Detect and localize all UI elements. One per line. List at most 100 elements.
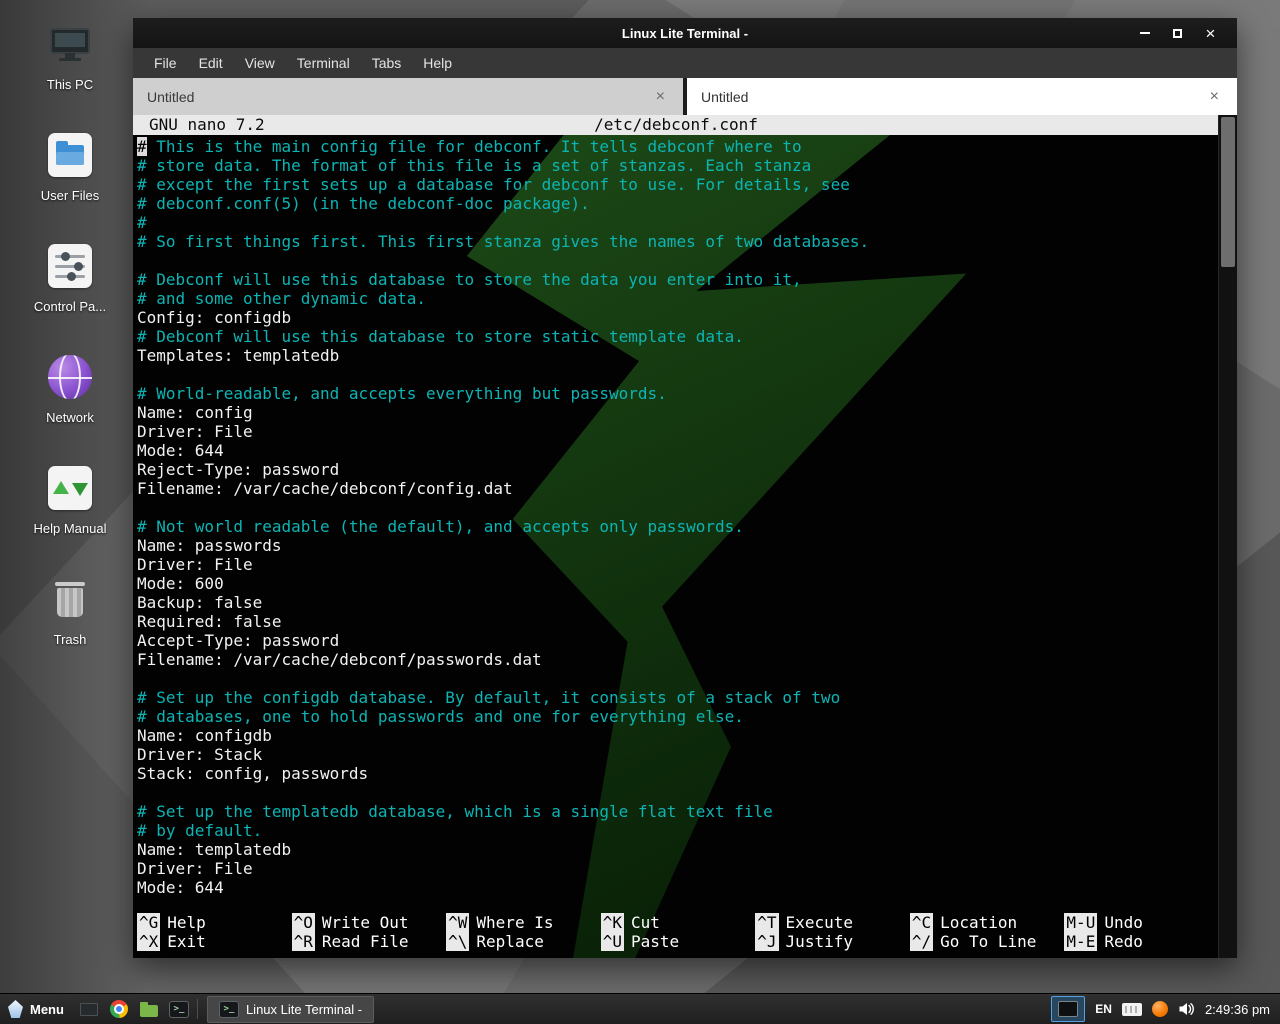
desktop: This PC User Files Control Pa... Network Hel…	[0, 0, 1280, 1024]
shortcut-key: ^G	[137, 913, 160, 932]
tab-2[interactable]: Untitled×	[687, 78, 1237, 115]
shortcut-key: ^W	[446, 913, 469, 932]
shortcut-label: Justify	[786, 932, 853, 951]
shortcut-label: Go To Line	[940, 932, 1036, 951]
nano-shortcut-justify: ^J Justify	[755, 932, 910, 951]
tab-label: Untitled	[701, 89, 1206, 105]
terminal-content[interactable]: GNU nano 7.2 /etc/debconf.conf # This is…	[133, 115, 1237, 958]
editor-text: # This is the main config file for debco…	[137, 137, 1219, 897]
editor-line: # and some other dynamic data.	[137, 289, 1219, 308]
terminal-icon[interactable]	[168, 998, 190, 1020]
editor-line	[137, 251, 1219, 270]
shortcut-label: Where Is	[476, 913, 553, 932]
scrollbar-thumb[interactable]	[1221, 117, 1235, 267]
clock[interactable]: 2:49:36 pm	[1205, 1002, 1270, 1017]
tray-terminal-button[interactable]	[1051, 996, 1085, 1022]
tab-1[interactable]: Untitled×	[133, 78, 683, 115]
menu-item-view[interactable]: View	[234, 48, 286, 78]
editor-line: Stack: config, passwords	[137, 764, 1219, 783]
shortcut-key: ^/	[910, 932, 933, 951]
tab-close-icon[interactable]: ×	[652, 88, 669, 106]
chrome-icon[interactable]	[108, 998, 130, 1020]
editor-line: #	[137, 213, 1219, 232]
shortcut-label: Redo	[1104, 932, 1143, 951]
editor-line: Name: passwords	[137, 536, 1219, 555]
maximize-icon	[1173, 29, 1182, 38]
editor-line	[137, 783, 1219, 802]
shortcut-key: ^O	[292, 913, 315, 932]
editor-line: Driver: Stack	[137, 745, 1219, 764]
desktop-icon-label: Help Manual	[34, 521, 107, 536]
desktop-icon-trash[interactable]: Trash	[14, 575, 126, 686]
minimize-icon	[1140, 32, 1150, 34]
menu-item-file[interactable]: File	[143, 48, 188, 78]
shortcut-key: ^X	[137, 932, 160, 951]
desktop-icon-control-panel[interactable]: Control Pa...	[14, 242, 126, 353]
maximize-button[interactable]	[1161, 18, 1194, 48]
menu-item-tabs[interactable]: Tabs	[361, 48, 413, 78]
close-button[interactable]: ×	[1194, 18, 1227, 48]
editor-line: # Set up the configdb database. By defau…	[137, 688, 1219, 707]
editor-line: Name: config	[137, 403, 1219, 422]
volume-icon[interactable]	[1178, 1001, 1195, 1017]
help-manual-icon	[46, 464, 94, 512]
editor-line: Driver: File	[137, 859, 1219, 878]
desktop-icon-help-manual[interactable]: Help Manual	[14, 464, 126, 575]
update-notifier-icon[interactable]	[1152, 1001, 1168, 1017]
shortcut-key: ^U	[601, 932, 624, 951]
window-titlebar[interactable]: Linux Lite Terminal - ×	[133, 18, 1237, 48]
taskbar: Menu Linux Lite Terminal - EN 2:49:36 pm	[0, 993, 1280, 1024]
menu-item-help[interactable]: Help	[412, 48, 463, 78]
shortcut-label: Undo	[1104, 913, 1143, 932]
editor-line: Mode: 644	[137, 441, 1219, 460]
editor-line: Filename: /var/cache/debconf/passwords.d…	[137, 650, 1219, 669]
editor-line: # This is the main config file for debco…	[137, 137, 1219, 156]
menu-item-edit[interactable]: Edit	[188, 48, 234, 78]
menu-item-terminal[interactable]: Terminal	[286, 48, 361, 78]
editor-line: Templates: templatedb	[137, 346, 1219, 365]
user-files-icon	[46, 131, 94, 179]
menu-bar: FileEditViewTerminalTabsHelp	[133, 48, 1237, 78]
shortcut-label: Write Out	[322, 913, 409, 932]
shortcut-key: ^\	[446, 932, 469, 951]
nano-shortcut-write-out: ^O Write Out	[292, 913, 447, 932]
desktop-icon-network[interactable]: Network	[14, 353, 126, 464]
desktop-icon-label: User Files	[41, 188, 100, 203]
this-pc-icon	[46, 20, 94, 68]
nano-title-bar: GNU nano 7.2 /etc/debconf.conf	[133, 115, 1219, 135]
tab-close-icon[interactable]: ×	[1206, 88, 1223, 106]
taskbar-separator	[197, 999, 198, 1019]
editor-line: Reject-Type: password	[137, 460, 1219, 479]
desktop-icon-user-files[interactable]: User Files	[14, 131, 126, 242]
shortcut-label: Execute	[786, 913, 853, 932]
tab-bar: Untitled×Untitled×	[133, 78, 1237, 115]
desktop-icons: This PC User Files Control Pa... Network Hel…	[14, 20, 126, 686]
shortcut-key: ^T	[755, 913, 778, 932]
screen-icon[interactable]	[78, 998, 100, 1020]
nano-shortcut-paste: ^UPaste	[601, 932, 756, 951]
editor-line: Backup: false	[137, 593, 1219, 612]
menu-button[interactable]: Menu	[0, 994, 76, 1024]
minimize-button[interactable]	[1128, 18, 1161, 48]
editor-line: Name: templatedb	[137, 840, 1219, 859]
file-manager-icon[interactable]	[138, 998, 160, 1020]
task-button-terminal[interactable]: Linux Lite Terminal -	[207, 996, 374, 1023]
keyboard-icon[interactable]	[1122, 1003, 1142, 1016]
scrollbar[interactable]	[1218, 115, 1237, 958]
control-panel-icon	[46, 242, 94, 290]
shortcut-key: ^J	[755, 932, 778, 951]
desktop-icon-label: Control Pa...	[34, 299, 106, 314]
nano-shortcut-help: ^GHelp	[137, 913, 292, 932]
nano-shortcut-read-file: ^RRead File	[292, 932, 447, 951]
menu-label: Menu	[30, 1002, 64, 1017]
editor-line	[137, 365, 1219, 384]
language-indicator[interactable]: EN	[1095, 1002, 1112, 1016]
shortcut-key: ^C	[910, 913, 933, 932]
desktop-icon-this-pc[interactable]: This PC	[14, 20, 126, 131]
editor-line: # Set up the templatedb database, which …	[137, 802, 1219, 821]
editor-line: # Not world readable (the default), and …	[137, 517, 1219, 536]
text-cursor: #	[137, 137, 147, 156]
desktop-icon-label: Trash	[54, 632, 87, 647]
editor-line: # except the first sets up a database fo…	[137, 175, 1219, 194]
system-tray: EN 2:49:36 pm	[1051, 996, 1280, 1022]
